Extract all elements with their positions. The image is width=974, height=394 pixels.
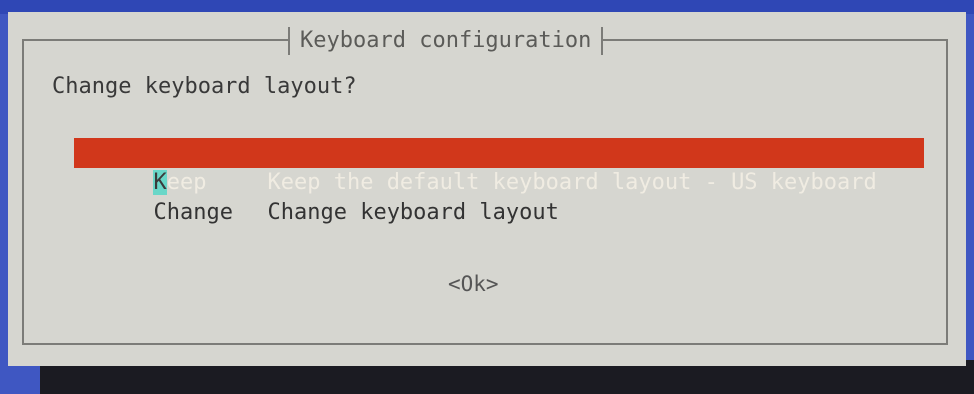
dialog-title: Keyboard configuration	[288, 27, 604, 55]
menu-item-tag: Change	[153, 200, 233, 225]
menu-item-change[interactable]: Change Change keyboard layout	[74, 168, 924, 225]
dialog-prompt: Change keyboard layout?	[52, 74, 357, 99]
menu-item-keep[interactable]: Keep Keep the default keyboard layout - U…	[74, 138, 924, 195]
keyboard-configuration-dialog: Keyboard configuration Change keyboard l…	[8, 12, 966, 366]
menu-item-description: Change keyboard layout	[267, 200, 559, 225]
ok-button[interactable]: <Ok>	[448, 270, 499, 298]
option-menu: Keep Keep the default keyboard layout - U…	[74, 138, 924, 225]
